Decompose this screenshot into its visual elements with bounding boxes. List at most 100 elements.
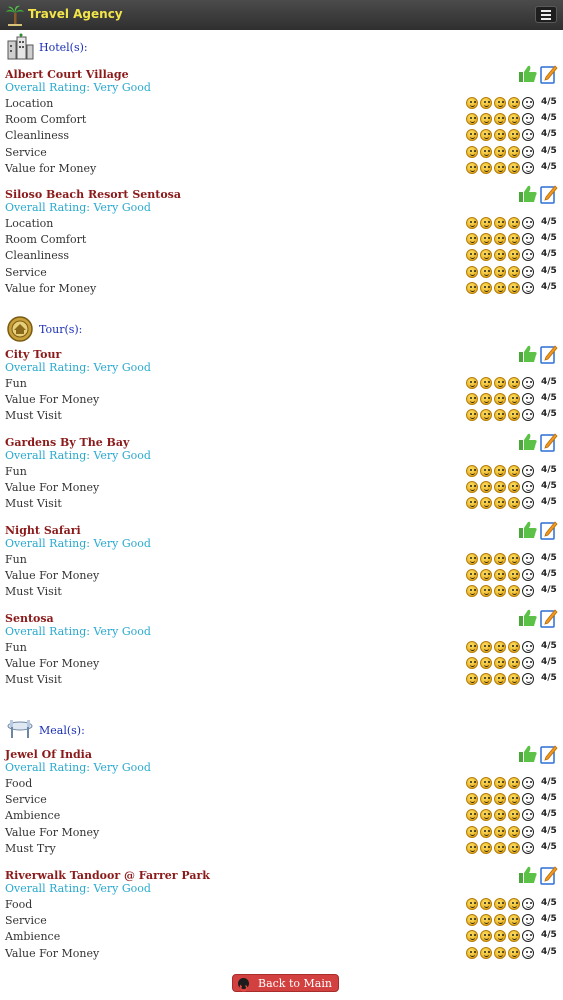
smiley-icon[interactable]	[494, 129, 506, 142]
smiley-icon[interactable]	[480, 233, 492, 246]
smiley-icon[interactable]	[494, 569, 506, 582]
smiley-icon[interactable]	[508, 409, 520, 422]
smiley-icon[interactable]	[480, 97, 492, 109]
smiley-icon[interactable]	[494, 465, 506, 477]
smiley-icon[interactable]	[522, 393, 534, 406]
edit-note-icon[interactable]	[540, 865, 558, 885]
thumbs-up-icon[interactable]	[518, 520, 538, 540]
smiley-icon[interactable]	[480, 585, 492, 598]
item-title[interactable]: Riverwalk Tandoor @ Farrer Park	[5, 869, 210, 882]
smiley-icon[interactable]	[522, 585, 534, 598]
hamburger-menu-button[interactable]	[535, 6, 557, 23]
smiley-icon[interactable]	[522, 825, 534, 838]
smiley-icon[interactable]	[494, 809, 506, 822]
smiley-icon[interactable]	[466, 585, 478, 598]
smiley-icon[interactable]	[522, 641, 534, 653]
smiley-icon[interactable]	[494, 281, 506, 294]
smiley-icon[interactable]	[480, 113, 492, 126]
smiley-icon[interactable]	[522, 673, 534, 686]
smiley-icon[interactable]	[522, 233, 534, 246]
smiley-rating[interactable]: 4/5	[466, 946, 560, 961]
smiley-icon[interactable]	[494, 113, 506, 126]
smiley-rating[interactable]: 4/5	[466, 97, 560, 111]
smiley-icon[interactable]	[466, 393, 478, 406]
smiley-icon[interactable]	[466, 497, 478, 510]
smiley-rating[interactable]: 4/5	[466, 265, 560, 280]
smiley-icon[interactable]	[466, 841, 478, 854]
smiley-icon[interactable]	[508, 161, 520, 174]
smiley-icon[interactable]	[466, 825, 478, 838]
smiley-icon[interactable]	[494, 145, 506, 158]
smiley-rating[interactable]: 4/5	[466, 465, 560, 479]
smiley-icon[interactable]	[522, 129, 534, 142]
smiley-icon[interactable]	[480, 481, 492, 494]
smiley-icon[interactable]	[480, 129, 492, 142]
smiley-icon[interactable]	[480, 657, 492, 670]
smiley-icon[interactable]	[466, 946, 478, 959]
smiley-icon[interactable]	[466, 113, 478, 126]
smiley-icon[interactable]	[494, 393, 506, 406]
edit-note-icon[interactable]	[540, 184, 558, 204]
thumbs-up-icon[interactable]	[518, 64, 538, 84]
edit-note-icon[interactable]	[540, 432, 558, 452]
smiley-rating[interactable]: 4/5	[466, 161, 560, 176]
smiley-icon[interactable]	[522, 657, 534, 670]
smiley-icon[interactable]	[466, 657, 478, 670]
smiley-icon[interactable]	[466, 265, 478, 278]
smiley-rating[interactable]: 4/5	[466, 673, 560, 687]
smiley-icon[interactable]	[522, 465, 534, 477]
smiley-rating[interactable]: 4/5	[466, 145, 560, 160]
smiley-icon[interactable]	[494, 585, 506, 598]
smiley-icon[interactable]	[494, 898, 506, 910]
smiley-rating[interactable]: 4/5	[466, 777, 560, 791]
smiley-icon[interactable]	[480, 809, 492, 822]
smiley-icon[interactable]	[508, 553, 520, 565]
smiley-rating[interactable]: 4/5	[466, 217, 560, 231]
smiley-icon[interactable]	[522, 553, 534, 565]
smiley-icon[interactable]	[522, 265, 534, 278]
smiley-icon[interactable]	[466, 930, 478, 943]
smiley-rating[interactable]: 4/5	[466, 793, 560, 807]
smiley-icon[interactable]	[480, 409, 492, 422]
smiley-rating[interactable]: 4/5	[466, 553, 560, 567]
thumbs-up-icon[interactable]	[518, 865, 538, 885]
smiley-icon[interactable]	[480, 841, 492, 854]
smiley-icon[interactable]	[508, 281, 520, 294]
smiley-icon[interactable]	[494, 161, 506, 174]
smiley-icon[interactable]	[494, 481, 506, 494]
smiley-icon[interactable]	[522, 777, 534, 789]
smiley-icon[interactable]	[522, 946, 534, 959]
smiley-icon[interactable]	[466, 217, 478, 229]
smiley-rating[interactable]: 4/5	[466, 393, 560, 407]
edit-note-icon[interactable]	[540, 344, 558, 364]
smiley-icon[interactable]	[494, 777, 506, 789]
smiley-icon[interactable]	[466, 409, 478, 422]
smiley-icon[interactable]	[494, 793, 506, 806]
smiley-icon[interactable]	[522, 97, 534, 109]
smiley-icon[interactable]	[522, 793, 534, 806]
smiley-icon[interactable]	[494, 265, 506, 278]
smiley-icon[interactable]	[480, 377, 492, 389]
smiley-rating[interactable]: 4/5	[466, 497, 560, 511]
edit-note-icon[interactable]	[540, 520, 558, 540]
smiley-icon[interactable]	[522, 930, 534, 943]
smiley-rating[interactable]: 4/5	[466, 249, 560, 263]
smiley-icon[interactable]	[480, 898, 492, 910]
smiley-icon[interactable]	[466, 777, 478, 789]
smiley-icon[interactable]	[466, 465, 478, 477]
smiley-icon[interactable]	[466, 793, 478, 806]
smiley-icon[interactable]	[466, 129, 478, 142]
smiley-icon[interactable]	[508, 465, 520, 477]
smiley-icon[interactable]	[466, 898, 478, 910]
smiley-icon[interactable]	[466, 249, 478, 262]
smiley-icon[interactable]	[480, 553, 492, 565]
smiley-icon[interactable]	[466, 281, 478, 294]
smiley-icon[interactable]	[480, 145, 492, 158]
smiley-icon[interactable]	[494, 409, 506, 422]
smiley-icon[interactable]	[508, 641, 520, 653]
thumbs-up-icon[interactable]	[518, 344, 538, 364]
smiley-icon[interactable]	[508, 393, 520, 406]
smiley-icon[interactable]	[522, 145, 534, 158]
smiley-icon[interactable]	[480, 393, 492, 406]
smiley-icon[interactable]	[522, 898, 534, 910]
